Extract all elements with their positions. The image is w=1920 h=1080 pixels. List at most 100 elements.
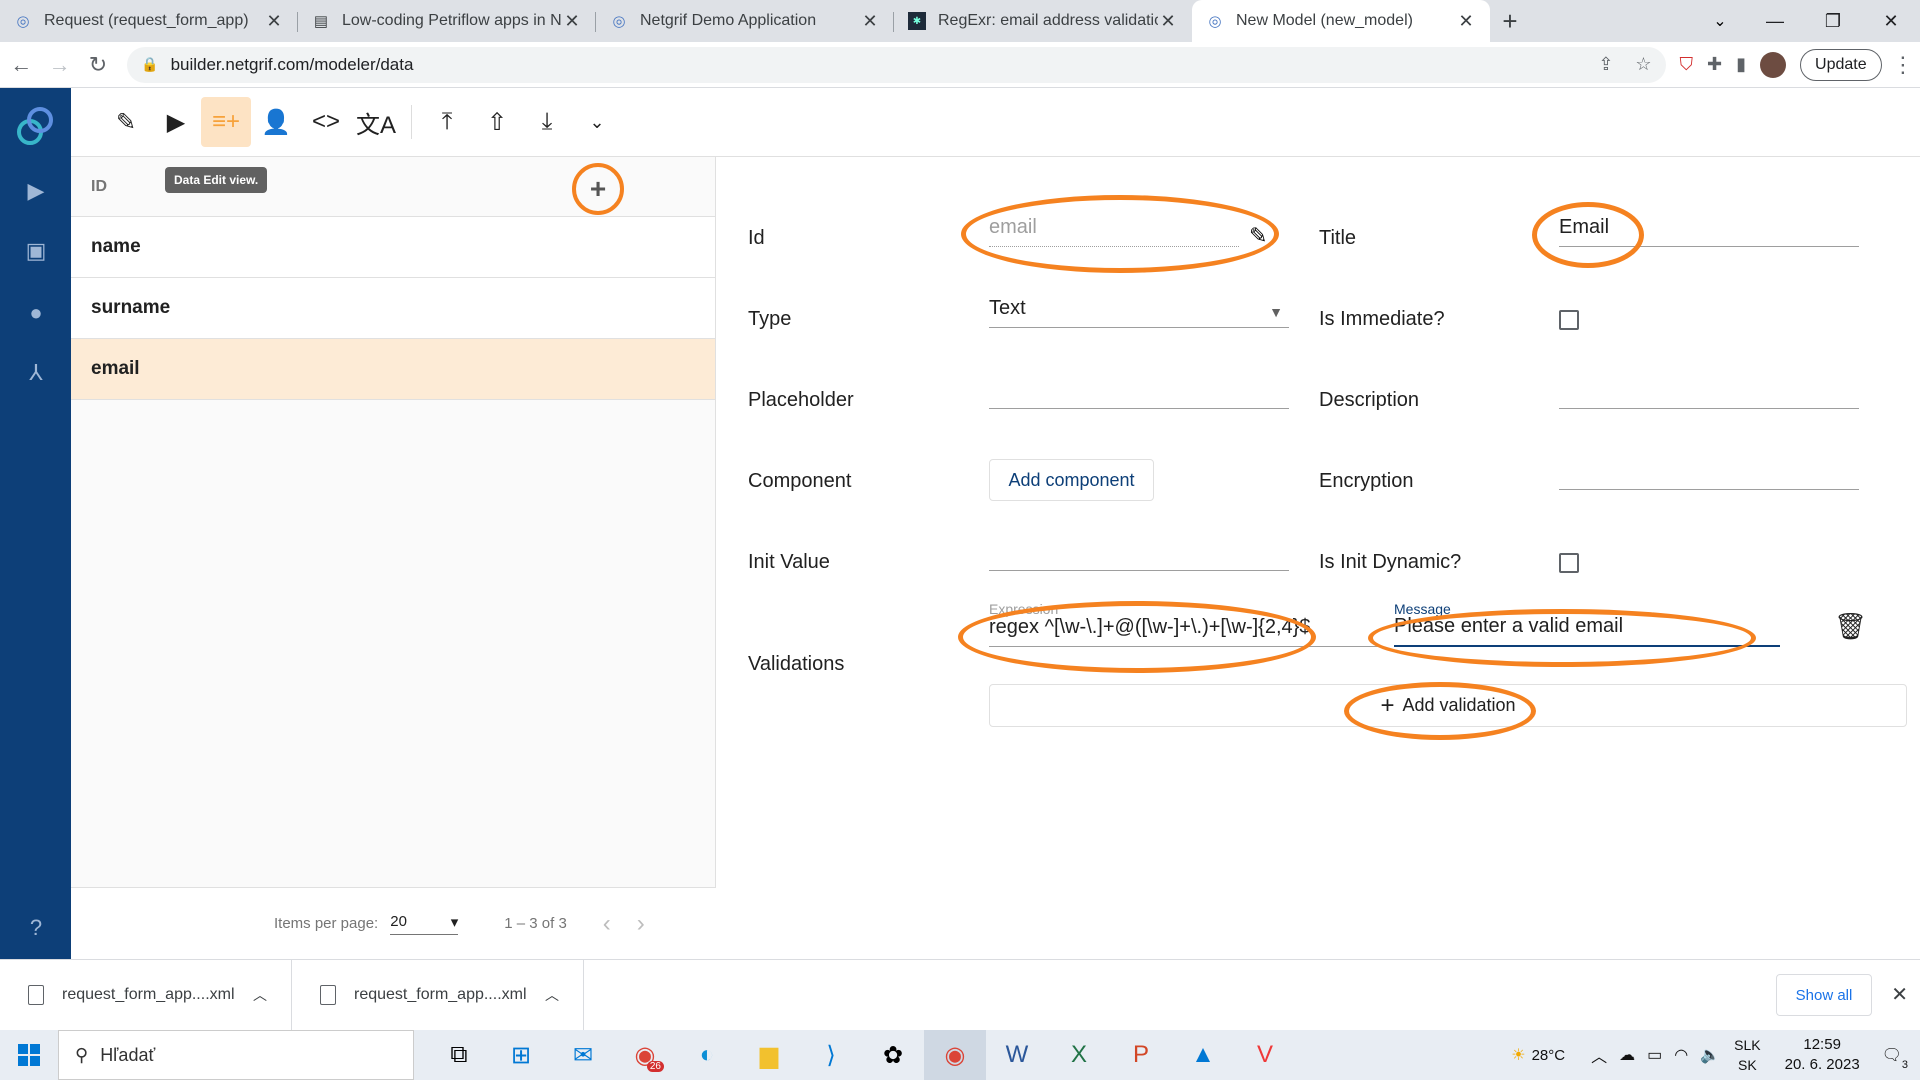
init-dynamic-checkbox[interactable]	[1559, 553, 1579, 573]
data-edit-icon[interactable]: ≡+	[201, 97, 251, 147]
cloud-icon[interactable]: ☁	[1619, 1045, 1635, 1065]
list-header: ID Data Edit view. +	[71, 157, 715, 217]
upload-icon[interactable]: ⤒	[422, 97, 472, 147]
init-value-field[interactable]	[989, 533, 1289, 571]
roles-icon[interactable]: 👤	[251, 97, 301, 147]
chrome-icon[interactable]: ◉	[924, 1030, 986, 1080]
chevron-up-icon[interactable]: ︿	[253, 985, 267, 1005]
download-item[interactable]: request_form_app....xml ︿	[0, 959, 292, 1031]
close-icon[interactable]: ✕	[264, 11, 284, 32]
highlight-ring	[1532, 202, 1644, 268]
pencil-icon[interactable]: ✎	[101, 97, 151, 147]
add-component-button[interactable]: Add component	[989, 459, 1154, 501]
download-icon[interactable]: ⤓	[522, 97, 572, 147]
store-icon[interactable]: ⊞	[490, 1030, 552, 1080]
url-text: builder.netgrif.com/modeler/data	[170, 54, 414, 74]
netgrif-logo[interactable]	[14, 102, 56, 150]
close-icon[interactable]: ✕	[860, 11, 880, 32]
list-item-selected[interactable]: email	[71, 339, 715, 400]
windows-start-icon[interactable]	[0, 1030, 58, 1080]
minimize-icon[interactable]: —	[1746, 0, 1804, 42]
taskbar-search-input[interactable]: ⚲ Hľadať	[58, 1030, 414, 1080]
items-per-page-select[interactable]: 20 ▾	[390, 913, 459, 935]
browser-tab[interactable]: ◎ Netgrif Demo Application ✕	[596, 0, 894, 42]
list-item[interactable]: name	[71, 217, 715, 278]
help-icon[interactable]: ?	[21, 913, 51, 943]
description-field[interactable]	[1559, 371, 1859, 409]
translate-icon[interactable]: 文A	[351, 97, 401, 147]
show-all-button[interactable]: Show all	[1776, 974, 1872, 1016]
notifications-icon[interactable]: 🗨 3	[1882, 1045, 1908, 1071]
excel-icon[interactable]: X	[1048, 1030, 1110, 1080]
close-window-icon[interactable]: ✕	[1862, 0, 1920, 42]
immediate-checkbox[interactable]	[1559, 310, 1579, 330]
close-icon[interactable]: ✕	[1158, 11, 1178, 32]
extension-shield-icon[interactable]: ⛉	[1680, 54, 1694, 75]
volume-icon[interactable]: 🔈	[1700, 1045, 1720, 1065]
netgrif-icon: ◎	[612, 13, 626, 30]
mail-icon[interactable]: ✉	[552, 1030, 614, 1080]
prev-page-icon[interactable]: ‹	[603, 910, 611, 938]
github-icon[interactable]: ●	[21, 298, 51, 328]
tab-search-chevron-icon[interactable]: ⌄	[1700, 0, 1740, 42]
wifi-icon[interactable]: ◠	[1674, 1045, 1688, 1065]
task-view-icon[interactable]: ⧉	[428, 1030, 490, 1080]
update-button[interactable]: Update	[1800, 48, 1882, 81]
placeholder-field[interactable]	[989, 371, 1289, 409]
modeler-toolbar: ✎ ▶ ≡+ 👤 <> 文A ⤒ ⇧ ⤓ ⌄	[71, 88, 1920, 157]
trash-icon[interactable]: 🗑	[1834, 611, 1867, 642]
list-item[interactable]: surname	[71, 278, 715, 339]
download-item[interactable]: request_form_app....xml ︿	[292, 959, 584, 1031]
browser-tab[interactable]: ✱ RegExr: email address validation ✕	[894, 0, 1192, 42]
file-upload-icon[interactable]: ⇧	[472, 97, 522, 147]
chevron-up-icon[interactable]: ︿	[545, 985, 559, 1005]
youtube-icon[interactable]: ▣	[21, 236, 51, 266]
url-input[interactable]: 🔒 builder.netgrif.com/modeler/data ⇪ ☆	[127, 46, 1666, 83]
paint-icon[interactable]: ✿	[862, 1030, 924, 1080]
netgrif-icon: ◎	[16, 13, 30, 30]
type-select[interactable]: Text ▼	[989, 290, 1289, 328]
bookmark-star-icon[interactable]: ☆	[1635, 54, 1651, 75]
sidebar-icon[interactable]: ▮	[1736, 54, 1746, 75]
play-icon[interactable]: ▶	[21, 176, 51, 206]
encryption-field[interactable]	[1559, 452, 1859, 490]
chevron-up-icon[interactable]: ︿	[1591, 1043, 1607, 1067]
language-indicator[interactable]: SLK SK	[1734, 1035, 1760, 1075]
battery-icon[interactable]: ▭	[1647, 1045, 1662, 1065]
vivaldi-icon[interactable]: V	[1234, 1030, 1296, 1080]
maximize-icon[interactable]: ❐	[1804, 0, 1862, 42]
browser-tab-active[interactable]: ◎ New Model (new_model) ✕	[1192, 0, 1490, 42]
word-icon[interactable]: W	[986, 1030, 1048, 1080]
profile-avatar[interactable]	[1760, 51, 1787, 78]
photos-icon[interactable]: ▲	[1172, 1030, 1234, 1080]
edge-icon[interactable]: ◐	[676, 1030, 738, 1080]
browser-tab[interactable]: ▤ Low-coding Petriflow apps in Net ✕	[298, 0, 596, 42]
id-label: Id	[748, 227, 765, 249]
hierarchy-icon[interactable]: ⅄	[21, 358, 51, 388]
system-tray: ☀ 28°C ︿ ☁ ▭ ◠ 🔈 SLK SK 12:59 20. 6. 202…	[1505, 1030, 1920, 1080]
puzzle-icon[interactable]: ✚	[1707, 54, 1722, 75]
forward-icon[interactable]: →	[42, 47, 76, 83]
new-tab-button[interactable]: +	[1490, 0, 1530, 42]
chevron-down-icon[interactable]: ⌄	[572, 97, 622, 147]
weather-icon: ☀	[1511, 1047, 1526, 1064]
powerpoint-icon[interactable]: P	[1110, 1030, 1172, 1080]
close-icon[interactable]: ✕	[562, 11, 582, 32]
vscode-icon[interactable]: ⟩	[800, 1030, 862, 1080]
back-icon[interactable]: ←	[4, 47, 38, 83]
file-explorer-icon[interactable]: ▆	[738, 1030, 800, 1080]
play-circle-icon[interactable]: ▶	[151, 97, 201, 147]
next-page-icon[interactable]: ›	[637, 910, 645, 938]
share-icon[interactable]: ⇪	[1598, 54, 1613, 75]
browser-tab[interactable]: ◎ Request (request_form_app) ✕	[0, 0, 298, 42]
code-icon[interactable]: <>	[301, 97, 351, 147]
chrome-badge-icon[interactable]: ◉ 26	[614, 1030, 676, 1080]
weather-temp[interactable]: 28°C	[1532, 1047, 1566, 1064]
dropdown-arrow-icon: ▾	[450, 913, 459, 931]
clock[interactable]: 12:59 20. 6. 2023	[1785, 1035, 1860, 1075]
add-data-button[interactable]: +	[572, 163, 624, 215]
kebab-menu-icon[interactable]: ⋮	[1886, 47, 1920, 83]
close-icon[interactable]: ✕	[1891, 982, 1908, 1007]
reload-icon[interactable]: ↻	[81, 47, 115, 83]
close-icon[interactable]: ✕	[1456, 11, 1476, 32]
